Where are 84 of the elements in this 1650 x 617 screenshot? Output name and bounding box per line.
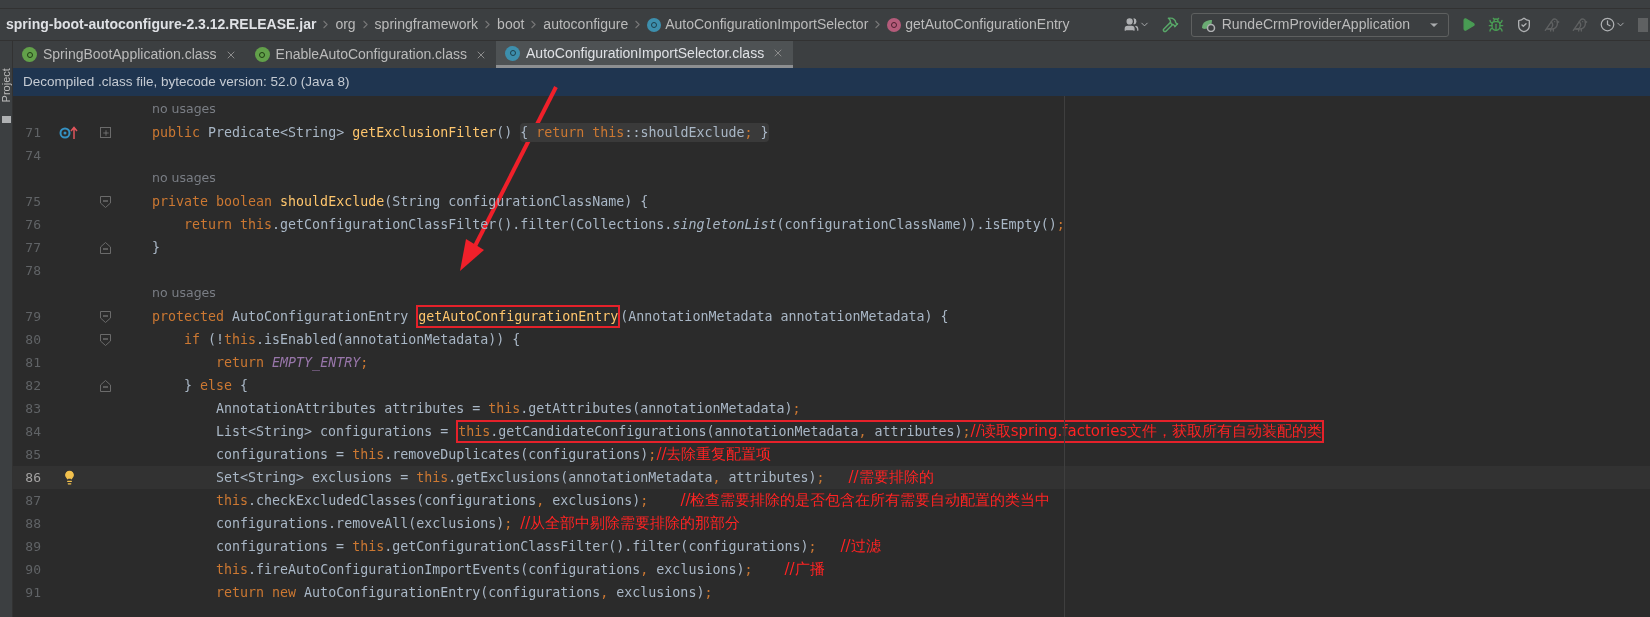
editor-tab[interactable]: AutoConfigurationImportSelector.class [496,41,794,68]
annotation-note: //从全部中剔除需要排除的那部分 [520,513,741,535]
annotation-note: //去除重复配置项 [656,444,772,466]
bird-icon [1544,16,1560,33]
annotation-icon [254,47,270,62]
profiler-icon[interactable] [1600,17,1626,32]
code-text: public Predicate<String> getExclusionFilter() [152,123,514,142]
code-text: Set<String> exclusions = this.getExclusions(annotationMetadata, attributes); [215,468,826,487]
class-icon [505,45,520,61]
hammer-icon[interactable] [1161,16,1179,33]
breadcrumb-item[interactable]: getAutoConfigurationEntry [905,14,1070,35]
code-text: if (!this.isEnabled(annotationMetadata)) { [183,330,521,349]
code-text: return new AutoConfigurationEntry(configurations, exclusions); [215,583,713,602]
breadcrumb-item[interactable]: autoconfigure [543,14,629,35]
code-text: this.fireAutoConfigurationImportEvents(configurations, exclusions); [215,560,754,579]
fold-icon[interactable] [100,195,111,208]
line-number: 82 [25,377,41,393]
code-text: this.getCandidateConfigurations(annotationMetadata, attributes); [458,424,971,439]
project-panel-tab[interactable]: Project [0,68,15,103]
decompiled-banner-text: Decompiled .class file, bytecode version: 52.0 (Java 8) [23,72,350,91]
line-number: 78 [25,262,41,278]
line-number: 77 [25,239,41,255]
annotation-note: //检查需要排除的是否包含在所有需要自动配置的类当中 [680,490,1051,512]
code-text: List<String> configurations = [215,422,450,441]
debug-icon[interactable] [1488,16,1504,33]
line-number: 80 [25,331,41,347]
fold-icon[interactable] [100,333,111,346]
code-text: protected AutoConfigurationEntry [152,307,410,326]
line-number: 83 [25,400,41,416]
spring-gear-icon [1199,17,1216,32]
editor-tab[interactable]: SpringBootApplication.class [13,41,246,68]
code-text: (AnnotationMetadata annotationMetadata) { [620,307,949,326]
line-number: 85 [25,446,41,462]
annotation-note: //需要排除的 [848,467,934,489]
line-number: 75 [25,193,41,209]
line-number: 84 [25,423,41,439]
annotation-icon [22,47,37,62]
code-text: } [152,238,160,257]
breadcrumb-item[interactable]: AutoConfigurationImportSelector [665,14,869,35]
usage-hint[interactable]: no usages [152,169,216,188]
panel-icon[interactable] [1638,17,1648,32]
method-icon [887,17,902,32]
expand-icon[interactable] [100,127,111,138]
editor-tab[interactable]: EnableAutoConfiguration.class [245,41,496,68]
user-icon[interactable] [1123,17,1150,32]
coverage-icon[interactable] [1516,16,1532,33]
annotation-note: //过滤 [840,536,881,558]
line-number: 81 [25,354,41,370]
line-number: 87 [25,492,41,508]
run-icon[interactable] [1461,17,1476,32]
run-config-dropdown[interactable]: RundeCrmProviderApplication [1190,12,1449,37]
code-text: this.checkExcludedClasses(configurations, exclusions); [215,491,650,510]
breadcrumb-item[interactable]: boot [497,14,525,35]
usage-hint[interactable]: no usages [152,284,216,303]
class-icon [647,17,662,32]
folder-icon [1,115,11,123]
code-text: configurations = this.removeDuplicates(configurations); [215,445,657,464]
line-number: 76 [25,216,41,232]
override-icon[interactable] [59,125,79,140]
code-text: } else { [183,376,249,395]
code-text: return EMPTY_ENTRY; [215,353,369,373]
breadcrumb-item[interactable]: org [335,14,356,35]
code-text: AnnotationAttributes attributes = this.getAttributes(annotationMetadata); [215,399,801,418]
code-text: configurations = this.getConfigurationClassFilter().filter(configurations); [215,537,818,556]
fold-icon[interactable] [100,241,111,254]
breadcrumb-item[interactable]: springframework [374,14,479,35]
usage-hint[interactable]: no usages [152,100,216,119]
annotation-note: //广播 [784,559,825,581]
line-number: 89 [25,538,41,554]
code-text: configurations.removeAll(exclusions); [215,514,514,533]
line-number: 90 [25,561,41,577]
fold-icon[interactable] [100,379,111,392]
code-text: getAutoConfigurationEntry [418,309,619,324]
folded-code[interactable]: { return this::shouldExclude; } [520,122,769,143]
line-number: 74 [25,147,41,163]
line-number: 86 [25,469,41,485]
line-number: 91 [25,584,41,600]
fold-icon[interactable] [100,310,111,323]
line-number: 71 [25,124,41,140]
line-number: 79 [25,308,41,324]
breadcrumb-item[interactable]: spring-boot-autoconfigure-2.3.12.RELEASE.jar [6,14,317,35]
line-number: 88 [25,515,41,531]
bird-icon [1572,16,1588,33]
annotation-note: //读取spring.factories文件，获取所有自动装配的类 [970,422,1323,440]
